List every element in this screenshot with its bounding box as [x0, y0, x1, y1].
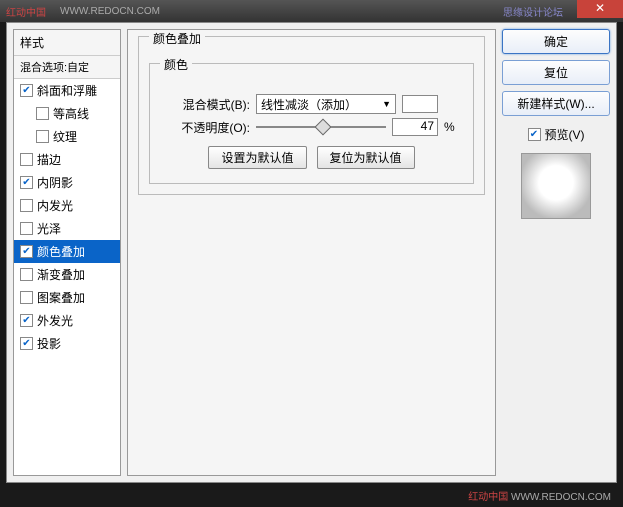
watermark-left-2: WWW.REDOCN.COM [60, 6, 160, 17]
style-label: 等高线 [53, 105, 89, 122]
style-label: 渐变叠加 [37, 266, 85, 283]
opacity-slider[interactable] [256, 119, 386, 135]
style-checkbox[interactable] [20, 337, 33, 350]
blend-mode-value: 线性减淡（添加） [261, 96, 357, 113]
style-item-1[interactable]: 等高线 [14, 102, 120, 125]
reset-default-button[interactable]: 复位为默认值 [317, 146, 415, 169]
ok-button[interactable]: 确定 [502, 29, 610, 54]
watermark-right-1: 思缘设计论坛 [503, 4, 563, 19]
style-checkbox[interactable] [20, 176, 33, 189]
style-item-6[interactable]: 光泽 [14, 217, 120, 240]
style-checkbox[interactable] [20, 222, 33, 235]
preview-thumbnail [521, 153, 591, 219]
style-checkbox[interactable] [36, 130, 49, 143]
style-label: 内发光 [37, 197, 73, 214]
blend-options[interactable]: 混合选项:自定 [14, 56, 120, 79]
preview-label: 预览(V) [545, 126, 585, 143]
styles-panel: 样式 混合选项:自定 斜面和浮雕等高线纹理描边内阴影内发光光泽颜色叠加渐变叠加图… [13, 29, 121, 476]
style-checkbox[interactable] [20, 291, 33, 304]
preview-checkbox[interactable] [528, 128, 541, 141]
opacity-input[interactable]: 47 [392, 118, 438, 136]
style-item-7[interactable]: 颜色叠加 [14, 240, 120, 263]
style-item-4[interactable]: 内阴影 [14, 171, 120, 194]
watermark-left-1: 红动中国 [6, 4, 46, 19]
styles-header[interactable]: 样式 [14, 30, 120, 56]
close-button[interactable]: ✕ [577, 0, 623, 18]
style-item-2[interactable]: 纹理 [14, 125, 120, 148]
style-label: 光泽 [37, 220, 61, 237]
set-default-button[interactable]: 设置为默认值 [208, 146, 306, 169]
style-label: 描边 [37, 151, 61, 168]
style-checkbox[interactable] [20, 199, 33, 212]
layer-style-dialog: 样式 混合选项:自定 斜面和浮雕等高线纹理描边内阴影内发光光泽颜色叠加渐变叠加图… [6, 22, 617, 483]
style-item-10[interactable]: 外发光 [14, 309, 120, 332]
style-label: 投影 [37, 335, 61, 352]
style-checkbox[interactable] [20, 314, 33, 327]
new-style-button[interactable]: 新建样式(W)... [502, 91, 610, 116]
style-item-8[interactable]: 渐变叠加 [14, 263, 120, 286]
settings-panel: 颜色叠加 颜色 混合模式(B): 线性减淡（添加） ▼ 不透明度(O): [127, 29, 496, 476]
blend-mode-dropdown[interactable]: 线性减淡（添加） ▼ [256, 94, 396, 114]
style-checkbox[interactable] [36, 107, 49, 120]
style-checkbox[interactable] [20, 268, 33, 281]
action-panel: 确定 复位 新建样式(W)... 预览(V) [502, 29, 610, 476]
style-item-11[interactable]: 投影 [14, 332, 120, 355]
style-label: 斜面和浮雕 [37, 82, 97, 99]
style-label: 外发光 [37, 312, 73, 329]
opacity-unit: % [444, 120, 455, 134]
style-label: 颜色叠加 [37, 243, 85, 260]
style-checkbox[interactable] [20, 84, 33, 97]
color-group-label: 颜色 [160, 56, 192, 73]
style-list: 斜面和浮雕等高线纹理描边内阴影内发光光泽颜色叠加渐变叠加图案叠加外发光投影 [14, 79, 120, 475]
chevron-down-icon: ▼ [382, 99, 391, 109]
color-swatch[interactable] [402, 95, 438, 113]
style-item-5[interactable]: 内发光 [14, 194, 120, 217]
style-label: 纹理 [53, 128, 77, 145]
style-label: 内阴影 [37, 174, 73, 191]
style-item-0[interactable]: 斜面和浮雕 [14, 79, 120, 102]
style-item-9[interactable]: 图案叠加 [14, 286, 120, 309]
blend-mode-label: 混合模式(B): [160, 96, 250, 113]
style-checkbox[interactable] [20, 153, 33, 166]
reset-button[interactable]: 复位 [502, 60, 610, 85]
style-label: 图案叠加 [37, 289, 85, 306]
opacity-label: 不透明度(O): [160, 119, 250, 136]
titlebar: 红动中国 WWW.REDOCN.COM 思缘设计论坛 ✕ [0, 0, 623, 22]
footer-watermark: 红动中国 WWW.REDOCN.COM [468, 488, 611, 503]
style-item-3[interactable]: 描边 [14, 148, 120, 171]
section-title: 颜色叠加 [149, 30, 205, 47]
style-checkbox[interactable] [20, 245, 33, 258]
